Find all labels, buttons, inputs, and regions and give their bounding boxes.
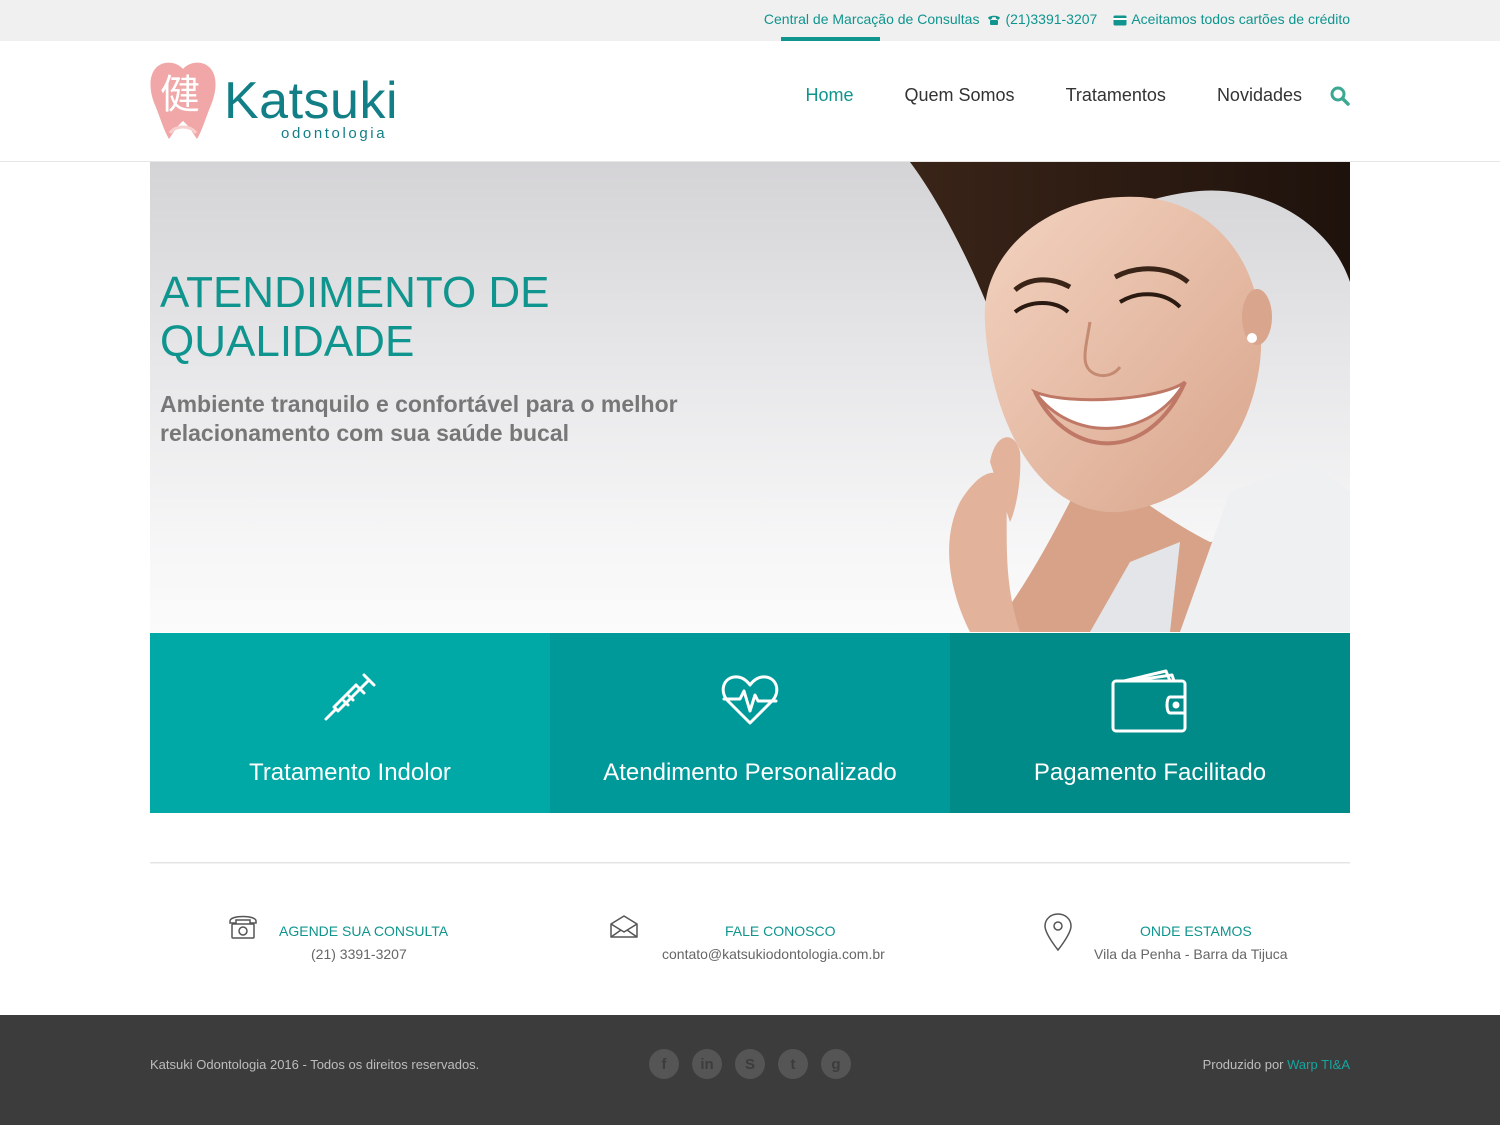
contact-location-value: Vila da Penha - Barra da Tijuca — [1094, 946, 1288, 962]
skype-icon[interactable]: S — [735, 1049, 765, 1079]
syringe-icon — [324, 673, 376, 721]
logo[interactable]: 健 Katsuki odontologia — [150, 61, 400, 143]
hero-title: ATENDIMENTO DE QUALIDADE — [160, 268, 550, 366]
footer-copyright: Katsuki Odontologia 2016 - Todos os dire… — [150, 1057, 480, 1072]
credit-link[interactable]: Warp TI&A — [1287, 1057, 1350, 1072]
footer-credit: Produzido por Warp TI&A — [1203, 1057, 1350, 1072]
nav-quem-somos[interactable]: Quem Somos — [905, 85, 1015, 106]
credit-card-icon — [1113, 15, 1127, 26]
main-nav: Home Quem Somos Tratamentos Novidades — [755, 85, 1351, 106]
hero-banner: ATENDIMENTO DE QUALIDADE Ambiente tranqu… — [150, 162, 1350, 632]
site-header: 健 Katsuki odontologia Home Quem Somos Tr… — [0, 41, 1500, 162]
twitter-icon[interactable]: t — [778, 1049, 808, 1079]
cards-info: Aceitamos todos cartões de crédito — [1113, 11, 1350, 27]
contact-location-title: ONDE ESTAMOS — [1140, 923, 1252, 939]
contact-email-value[interactable]: contato@katsukiodontologia.com.br — [662, 946, 885, 962]
feature-tratamento-indolor[interactable]: Tratamento Indolor — [150, 633, 550, 813]
top-bar: Central de Marcação de Consultas (21)339… — [0, 0, 1500, 41]
envelope-icon — [610, 915, 638, 938]
contact-email-title: FALE CONOSCO — [725, 923, 836, 939]
feature-pagamento-facilitado[interactable]: Pagamento Facilitado — [950, 633, 1350, 813]
site-footer: Katsuki Odontologia 2016 - Todos os dire… — [0, 1015, 1500, 1125]
nav-tratamentos[interactable]: Tratamentos — [1066, 85, 1166, 106]
logo-subtitle: odontologia — [281, 125, 388, 142]
feature-label: Pagamento Facilitado — [1033, 759, 1267, 786]
search-icon[interactable] — [1330, 86, 1350, 106]
section-divider — [150, 862, 1350, 864]
google-plus-icon[interactable]: g — [821, 1049, 851, 1079]
social-links: f in S t g — [649, 1049, 864, 1079]
facebook-icon[interactable]: f — [649, 1049, 679, 1079]
contact-phone-value: (21) 3391-3207 — [311, 946, 407, 962]
wallet-icon — [1111, 669, 1187, 733]
features-row: Tratamento Indolor Atendimento Personali… — [150, 633, 1350, 813]
cards-label: Aceitamos todos cartões de crédito — [1131, 11, 1350, 27]
logo-kanji: 健 — [160, 72, 200, 118]
topbar-phone: (21)3391-3207 — [1005, 11, 1098, 27]
hero-subtitle: Ambiente tranquilo e confortável para o … — [160, 391, 678, 446]
logo-brand: Katsuki — [224, 72, 399, 130]
telephone-icon — [229, 915, 257, 939]
nav-home[interactable]: Home — [806, 85, 854, 106]
top-bar-info: Central de Marcação de Consultas (21)339… — [764, 11, 1350, 27]
feature-atendimento-personalizado[interactable]: Atendimento Personalizado — [550, 633, 950, 813]
linkedin-icon[interactable]: in — [692, 1049, 722, 1079]
heartbeat-icon — [721, 675, 779, 725]
credit-prefix: Produzido por — [1202, 1057, 1284, 1072]
phone-icon — [988, 16, 1001, 26]
contact-phone-title: AGENDE SUA CONSULTA — [279, 923, 449, 939]
nav-novidades[interactable]: Novidades — [1217, 85, 1302, 106]
map-pin-icon — [1044, 913, 1072, 952]
phone-link[interactable]: (21)3391-3207 — [987, 11, 1097, 27]
feature-label: Atendimento Personalizado — [603, 759, 897, 786]
smiling-woman-photo — [910, 162, 1350, 632]
feature-label: Tratamento Indolor — [249, 759, 451, 786]
central-label: Central de Marcação de Consultas — [763, 11, 980, 27]
